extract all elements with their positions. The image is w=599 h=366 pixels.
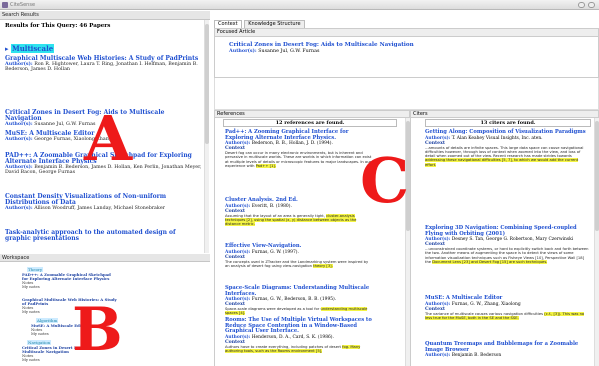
focused-author-row: Author(s): Susanne Jul, G.W. Furnas <box>229 48 319 54</box>
reference-entry[interactable]: Effective View-Navigation. Author(s): Fu… <box>225 243 373 269</box>
result-item[interactable]: Graphical Multiscale Web Histories: A St… <box>5 56 202 73</box>
result-authors: Ron R. Hightower, Laura T. Ring, Jonatha… <box>5 62 198 72</box>
result-title[interactable]: Constant Density Visualizations of Non-u… <box>5 194 202 206</box>
context-text: Assuming that the layout of an area is g… <box>225 213 325 218</box>
node-sub: My notes <box>22 284 40 289</box>
citers-panel: 13 citers are found. Getting Along: Comp… <box>410 118 599 366</box>
author-label: Author(s): <box>225 203 251 209</box>
selected-topic-row: ▸ Multiscale <box>5 44 55 53</box>
search-results-header: Search Results <box>0 11 210 20</box>
citer-entry[interactable]: Getting Along: Composition of Visualizat… <box>425 129 590 167</box>
citer-title[interactable]: Quantum Treemaps and Bubblemaps for a Zo… <box>425 341 590 353</box>
author-label: Author(s): <box>425 301 451 307</box>
context-text-row: The concepts used in ZTracker and the La… <box>225 260 373 269</box>
reference-title[interactable]: Rooms: The Use of Multiple Virtual Works… <box>225 317 373 335</box>
app-icon <box>2 2 8 8</box>
citer-author-row: Author(s): Desney S. Tan, George G. Robe… <box>425 237 590 242</box>
results-scrollbar[interactable] <box>204 20 209 253</box>
context-text-row: Authors have to create everything, inclu… <box>225 344 373 354</box>
result-item[interactable]: Task-analytic approach to the automated … <box>5 230 202 242</box>
citer-entry[interactable]: Quantum Treemaps and Bubblemaps for a Zo… <box>425 341 590 358</box>
focused-article-header: Focused Article <box>215 29 598 37</box>
references-header: References <box>214 110 410 118</box>
focused-article-panel: Focused Article Critical Zones in Desert… <box>214 28 599 78</box>
reference-title[interactable]: Space-Scale Diagrams: Understanding Mult… <box>225 285 373 297</box>
result-author-row: Author(s): Allison Woodruff, James Landa… <box>5 205 202 212</box>
author-label: Author(s): <box>229 48 257 54</box>
selected-topic[interactable]: Multiscale <box>10 44 55 53</box>
context-text-row: Desert fog can occur in many electronic … <box>225 151 373 168</box>
window-title: CiteSense <box>10 2 36 8</box>
citers-scrollbar[interactable] <box>594 118 599 366</box>
citer-authors: Furnas, G. W., Zhang, Xiaolong <box>451 301 521 307</box>
overlay-letter-a: A <box>84 102 133 175</box>
reference-authors: Bederson, B. B., Hollan, J. D. (1994). <box>251 141 333 146</box>
node-title: PAD++: A Zoomable Graphical Sketchpad fo… <box>22 272 111 281</box>
reference-entry[interactable]: Pad++: A Zooming Graphical Interface for… <box>225 129 373 168</box>
author-label: Author(s): <box>5 121 33 127</box>
citer-authors: Benjamin B. Bederson <box>451 353 502 358</box>
reference-authors: Everitt, B. (1980). <box>251 203 292 209</box>
reference-title[interactable]: Pad++: A Zooming Graphical Interface for… <box>225 129 373 141</box>
results-count-title: Results for This Query: 46 Papers <box>5 23 111 29</box>
author-label: Author(s): <box>425 353 451 358</box>
context-text: Desert fog can occur in many electronic … <box>225 151 372 168</box>
author-label: Author(s): <box>5 205 33 211</box>
close-button[interactable] <box>588 2 595 8</box>
result-author-row: Author(s): Ron R. Hightower, Laura T. Ri… <box>5 62 202 73</box>
context-text-row: ...amounts of details are infinite space… <box>425 146 590 167</box>
results-scroll-thumb[interactable] <box>205 24 209 144</box>
tab-context[interactable]: Context <box>214 20 242 28</box>
focused-article-authors: Susanne Jul, G.W. Furnas <box>258 49 320 54</box>
result-authors: Allison Woodruff, James Landay, Michael … <box>34 206 165 211</box>
reference-authors: Furnas, G. W. (1997). <box>251 249 299 255</box>
focused-article-body <box>214 78 599 110</box>
citers-header: Citers <box>410 110 599 118</box>
result-item[interactable]: Constant Density Visualizations of Non-u… <box>5 194 202 212</box>
author-label: Author(s): <box>5 136 33 142</box>
citer-author-row: Author(s): Benjamin B. Bederson <box>425 353 590 358</box>
result-title[interactable]: Task-analytic approach to the automated … <box>5 230 202 242</box>
tab-knowledge-structure[interactable]: Knowledge Structure <box>244 20 305 28</box>
citer-title[interactable]: Exploring 3D Navigation: Combining Speed… <box>425 225 590 237</box>
references-count: 12 references are found. <box>223 119 397 127</box>
workspace-header: Workspace <box>0 254 210 262</box>
context-tabs: Context Knowledge Structure <box>214 20 306 28</box>
context-text: Authors have to create everything, inclu… <box>225 344 341 349</box>
highlighted-citation: Pad++ [1]. <box>255 163 277 168</box>
citers-count: 13 citers are found. <box>425 119 591 127</box>
context-text: ...amounts of details are infinite space… <box>425 145 584 159</box>
citer-entry[interactable]: Exploring 3D Navigation: Combining Speed… <box>425 225 590 264</box>
citer-authors: Desney S. Tan, George G. Robertson, Mary… <box>451 237 574 242</box>
context-text: The concepts used in ZTracker and the La… <box>225 259 369 268</box>
context-text-row: The variance of multiscale causes variou… <box>425 311 590 321</box>
context-text: The variance of multiscale causes variou… <box>425 311 544 316</box>
expand-icon: ▸ <box>5 44 9 53</box>
reference-entry[interactable]: Space-Scale Diagrams: Understanding Mult… <box>225 285 373 316</box>
citers-scroll-thumb[interactable] <box>595 121 599 231</box>
overlay-letter-b: B <box>72 295 123 365</box>
reference-authors: Furnas, G. W., Bederson, B. B. (1995). <box>251 297 337 302</box>
minimize-button[interactable] <box>578 2 585 8</box>
citer-authors: T. Alan Keahey Visual Insights, Inc. ate… <box>451 135 543 141</box>
reference-entry[interactable]: Cluster Analysis. 2nd Ed. Author(s): Eve… <box>225 197 373 227</box>
reference-authors: Henderson, D. A., Card, S. K. (1986). <box>251 334 334 340</box>
author-label: Author(s): <box>225 249 251 255</box>
highlighted-citation: theory [3]. <box>313 263 333 268</box>
highlighted-citation: addressing these navigational difficulti… <box>425 158 579 167</box>
context-text-row: Space-scale diagrams were developed as a… <box>225 307 373 316</box>
context-text-row: ...unconstrained coordinate systems, or … <box>425 247 590 264</box>
workspace-node[interactable]: PAD++: A Zoomable Graphical Sketchpad fo… <box>22 273 112 289</box>
author-label: Author(s): <box>225 334 251 340</box>
overlay-letter-c: C <box>360 144 410 217</box>
citer-entry[interactable]: MuSE: A Multiscale Editor Author(s): Fur… <box>425 295 590 321</box>
reference-entry[interactable]: Rooms: The Use of Multiple Virtual Works… <box>225 317 373 354</box>
title-bar: CiteSense <box>0 0 599 10</box>
highlighted-citation: Document Lens [23] and Desert Fog [15] a… <box>432 259 548 264</box>
context-text-row: Assuming that the layout of an area is g… <box>225 213 373 227</box>
author-label: Author(s): <box>425 135 451 141</box>
